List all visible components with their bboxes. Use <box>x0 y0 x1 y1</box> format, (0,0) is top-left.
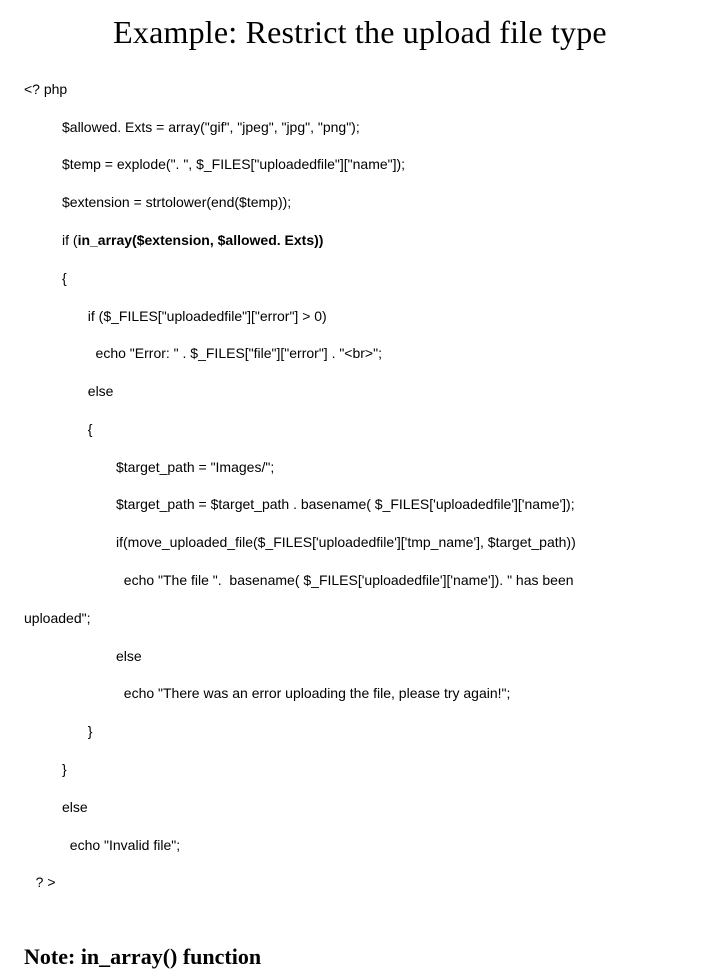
code-line: $allowed. Exts = array("gif", "jpeg", "j… <box>24 118 696 137</box>
code-line: } <box>24 722 696 741</box>
code-line: echo "Invalid file"; <box>24 836 696 855</box>
code-line: echo "There was an error uploading the f… <box>24 684 696 703</box>
code-line: if ($_FILES["uploadedfile"]["error"] > 0… <box>24 307 696 326</box>
code-line: if (in_array($extension, $allowed. Exts)… <box>24 231 696 250</box>
code-line: else <box>24 647 696 666</box>
note-prefix: Note: <box>24 944 81 969</box>
code-text: ? > <box>36 874 56 890</box>
code-line: else <box>24 382 696 401</box>
code-line: $target_path = "Images/"; <box>24 458 696 477</box>
code-line: echo "The file ". basename( $_FILES['upl… <box>24 571 696 590</box>
code-line: $extension = strtolower(end($temp)); <box>24 193 696 212</box>
code-line: if(move_uploaded_file($_FILES['uploadedf… <box>24 533 696 552</box>
code-line: echo "Error: " . $_FILES["file"]["error"… <box>24 344 696 363</box>
code-line: $target_path = $target_path . basename( … <box>24 495 696 514</box>
code-line: uploaded"; <box>24 609 696 628</box>
code-line: } <box>24 760 696 779</box>
note-function: in_array() function <box>81 944 261 969</box>
code-text: if ( <box>62 232 78 248</box>
slide-container: Example: Restrict the upload file type <… <box>0 0 720 980</box>
code-line: ? > <box>24 873 696 892</box>
code-line: { <box>24 269 696 288</box>
footer-note: Note: in_array() function <box>24 944 696 970</box>
code-block: <? php $allowed. Exts = array("gif", "jp… <box>24 61 696 930</box>
code-line: else <box>24 798 696 817</box>
code-line: $temp = explode(". ", $_FILES["uploadedf… <box>24 155 696 174</box>
code-line: { <box>24 420 696 439</box>
code-bold: in_array($extension, $allowed. Exts)) <box>78 232 324 248</box>
code-line: <? php <box>24 80 696 99</box>
slide-title: Example: Restrict the upload file type <box>24 14 696 51</box>
